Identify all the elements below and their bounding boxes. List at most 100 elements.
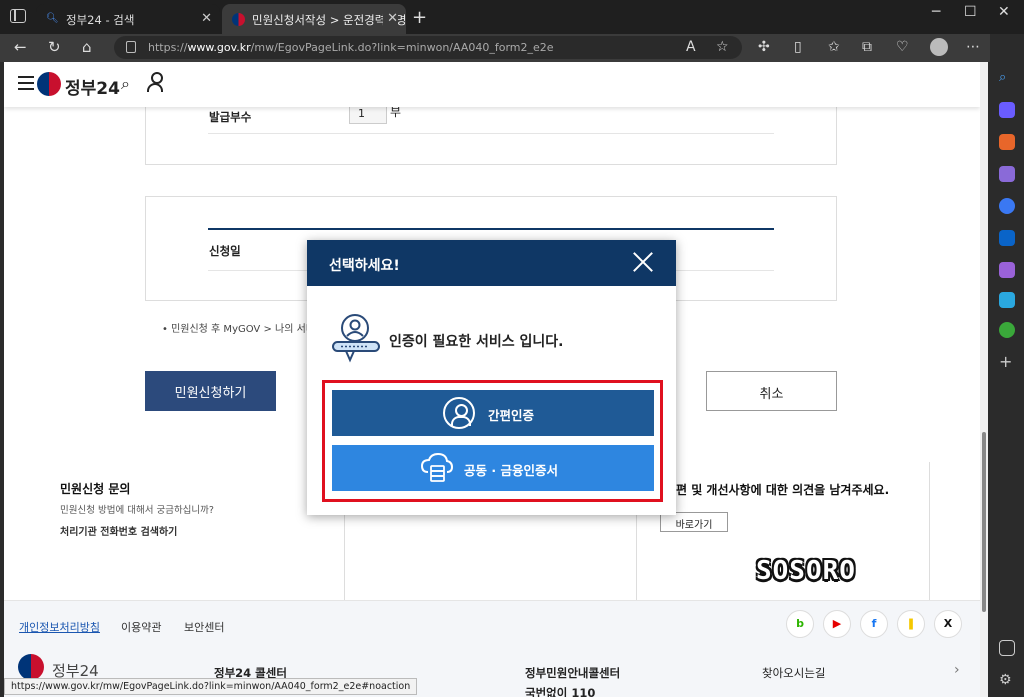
notice-text: • 민원신청 후 MyGOV > 나의 서비스 <box>162 324 325 335</box>
lock-icon <box>126 41 136 53</box>
site-header: 정부24 ⌕ <box>4 62 980 107</box>
kakao-icon[interactable]: ❚ <box>897 610 925 638</box>
search-favicon-icon: 🔍︎ <box>46 13 59 24</box>
apply-button[interactable]: 민원신청하기 <box>145 371 276 411</box>
blog-icon-label: b <box>796 617 804 630</box>
feedback-go-button[interactable]: 바로가기 <box>660 512 728 532</box>
inquiry-title: 민원신청 문의 <box>60 482 131 496</box>
divider <box>208 133 774 134</box>
close-tab-icon[interactable]: ✕ <box>201 11 212 26</box>
scrollbar-thumb[interactable] <box>982 432 986 612</box>
settings-icon[interactable]: ⚙ <box>999 672 1015 688</box>
profile-avatar[interactable] <box>930 38 948 56</box>
search-icon[interactable]: ⌕ <box>121 74 130 94</box>
kakao-icon-label: ❚ <box>906 617 916 630</box>
close-tab-icon[interactable]: ✕ <box>383 11 398 26</box>
chevron-right-icon[interactable]: › <box>954 662 960 678</box>
send-icon[interactable] <box>999 292 1015 308</box>
gov-callcenter-title: 정부민원안내콜센터 <box>525 666 621 680</box>
x-icon[interactable]: X <box>934 610 962 638</box>
user-circle-icon <box>443 397 475 429</box>
copies-section: 발급부수 <box>145 107 837 165</box>
favorites-icon[interactable]: ✩ <box>828 39 840 55</box>
gov-callcenter-number: 국번없이 110 <box>525 686 596 697</box>
url-prefix: https:// <box>148 41 188 54</box>
page-scrollbar[interactable] <box>980 62 988 697</box>
cancel-button[interactable]: 취소 <box>706 371 837 411</box>
site-logo[interactable]: 정부24 <box>65 74 120 99</box>
home-icon[interactable]: ⌂ <box>82 38 92 56</box>
shopping-icon[interactable] <box>999 102 1015 118</box>
new-tab-icon[interactable]: + <box>412 7 427 28</box>
joint-financial-cert-label: 공동 · 금융인증서 <box>464 463 558 478</box>
section-top-line <box>208 228 774 230</box>
browser-tab-1[interactable]: 🔍︎ 정부24 - 검색 ✕ <box>36 4 220 34</box>
gov-favicon-icon <box>232 13 245 26</box>
close-window-icon[interactable]: ✕ <box>998 4 1010 20</box>
refresh-icon[interactable]: ↻ <box>48 38 61 56</box>
modal-title: 선택하세요! <box>329 258 400 274</box>
facebook-icon[interactable]: f <box>860 610 888 638</box>
feedback-title: 편 및 개선사항에 대한 의견을 남겨주세요. <box>676 483 890 497</box>
modal-header: 선택하세요! <box>307 240 676 286</box>
browser-tab-bar: 🔍︎ 정부24 - 검색 ✕ 민원신청서작성 > 운전경력증명 ✕ + ─ ☐ … <box>0 0 1024 34</box>
hide-sidebar-icon[interactable] <box>999 640 1015 656</box>
tree-icon[interactable] <box>999 322 1015 338</box>
directions-link[interactable]: 찾아오시는길 <box>762 665 825 681</box>
address-bar[interactable]: https://www.gov.kr/mw/EgovPageLink.do?li… <box>114 36 742 59</box>
more-menu-icon[interactable]: ⋯ <box>966 39 980 55</box>
simple-auth-label: 간편인증 <box>488 408 535 423</box>
tools-icon[interactable] <box>999 134 1015 150</box>
split-screen-icon[interactable]: ▯ <box>794 39 802 55</box>
add-sidebar-app-icon[interactable]: + <box>999 352 1015 371</box>
terms-link[interactable]: 이용약관 <box>121 619 161 635</box>
read-aloud-icon[interactable]: A <box>686 39 696 55</box>
status-bar-url: https://www.gov.kr/mw/EgovPageLink.do?li… <box>4 678 418 695</box>
browser-essentials-icon[interactable]: ♡ <box>896 39 909 55</box>
divider <box>929 462 930 600</box>
browser-sidebar: ⌕ + ⚙ <box>990 34 1024 697</box>
facebook-icon-label: f <box>871 617 877 630</box>
date-label: 신청일 <box>209 244 241 258</box>
url-path: /mw/EgovPageLink.do?link=minwon/AA040_fo… <box>250 41 554 54</box>
user-icon[interactable] <box>147 72 163 92</box>
joint-financial-cert-button[interactable]: 공동 · 금융인증서 <box>332 445 654 491</box>
extensions-icon[interactable]: ✣ <box>758 39 770 55</box>
browser-tab-2[interactable]: 민원신청서작성 > 운전경력증명 ✕ <box>222 4 406 34</box>
x-icon-label: X <box>943 617 953 630</box>
designer-icon[interactable] <box>999 262 1015 278</box>
microsoft365-icon[interactable] <box>999 198 1015 214</box>
outlook-icon[interactable] <box>999 230 1015 246</box>
blog-icon[interactable]: b <box>786 610 814 638</box>
minimize-icon[interactable]: ─ <box>932 4 940 20</box>
inquiry-subtitle: 민원신청 방법에 대해서 궁금하십니까? <box>60 505 214 516</box>
maximize-icon[interactable]: ☐ <box>964 4 977 20</box>
close-icon[interactable] <box>632 251 654 273</box>
favorite-star-icon[interactable]: ☆ <box>716 39 729 55</box>
simple-auth-button[interactable]: 간편인증 <box>332 390 654 436</box>
gov-emblem-icon <box>18 654 44 680</box>
back-icon[interactable]: ← <box>14 38 27 56</box>
games-icon[interactable] <box>999 166 1015 182</box>
agency-phone-search-link[interactable]: 처리기관 전화번호 검색하기 <box>60 523 177 538</box>
copies-label: 발급부수 <box>209 110 252 124</box>
youtube-icon-label: ▶ <box>832 617 842 630</box>
collections-icon[interactable]: ⧉ <box>862 39 872 55</box>
cloud-database-icon <box>420 452 454 482</box>
tab-actions-icon[interactable] <box>10 9 26 23</box>
footer-links: 개인정보처리방침 이용약관 보안센터 b ▶ f ❚ X <box>4 600 980 648</box>
search-icon[interactable]: ⌕ <box>999 70 1015 86</box>
modal-message: 인증이 필요한 서비스 입니다. <box>389 334 564 350</box>
auth-select-modal: 선택하세요! 인증이 필요한 서비스 입니다. 간편인증 공동 · 금융인증서 <box>307 240 676 515</box>
tab-title: 정부24 - 검색 <box>66 13 135 27</box>
browser-toolbar: ← ↻ ⌂ https://www.gov.kr/mw/EgovPageLink… <box>0 34 1024 62</box>
youtube-icon[interactable]: ▶ <box>823 610 851 638</box>
security-center-link[interactable]: 보안센터 <box>184 619 224 635</box>
privacy-policy-link[interactable]: 개인정보처리방침 <box>19 619 100 635</box>
url-host: www.gov.kr <box>187 41 251 54</box>
gov-emblem-icon <box>37 72 61 96</box>
menu-icon[interactable] <box>18 76 34 90</box>
certificate-user-icon <box>332 314 380 363</box>
watermark-text: SOSORO <box>756 556 856 586</box>
notice-text-body: 민원신청 후 MyGOV > 나의 서비스 <box>171 324 325 335</box>
